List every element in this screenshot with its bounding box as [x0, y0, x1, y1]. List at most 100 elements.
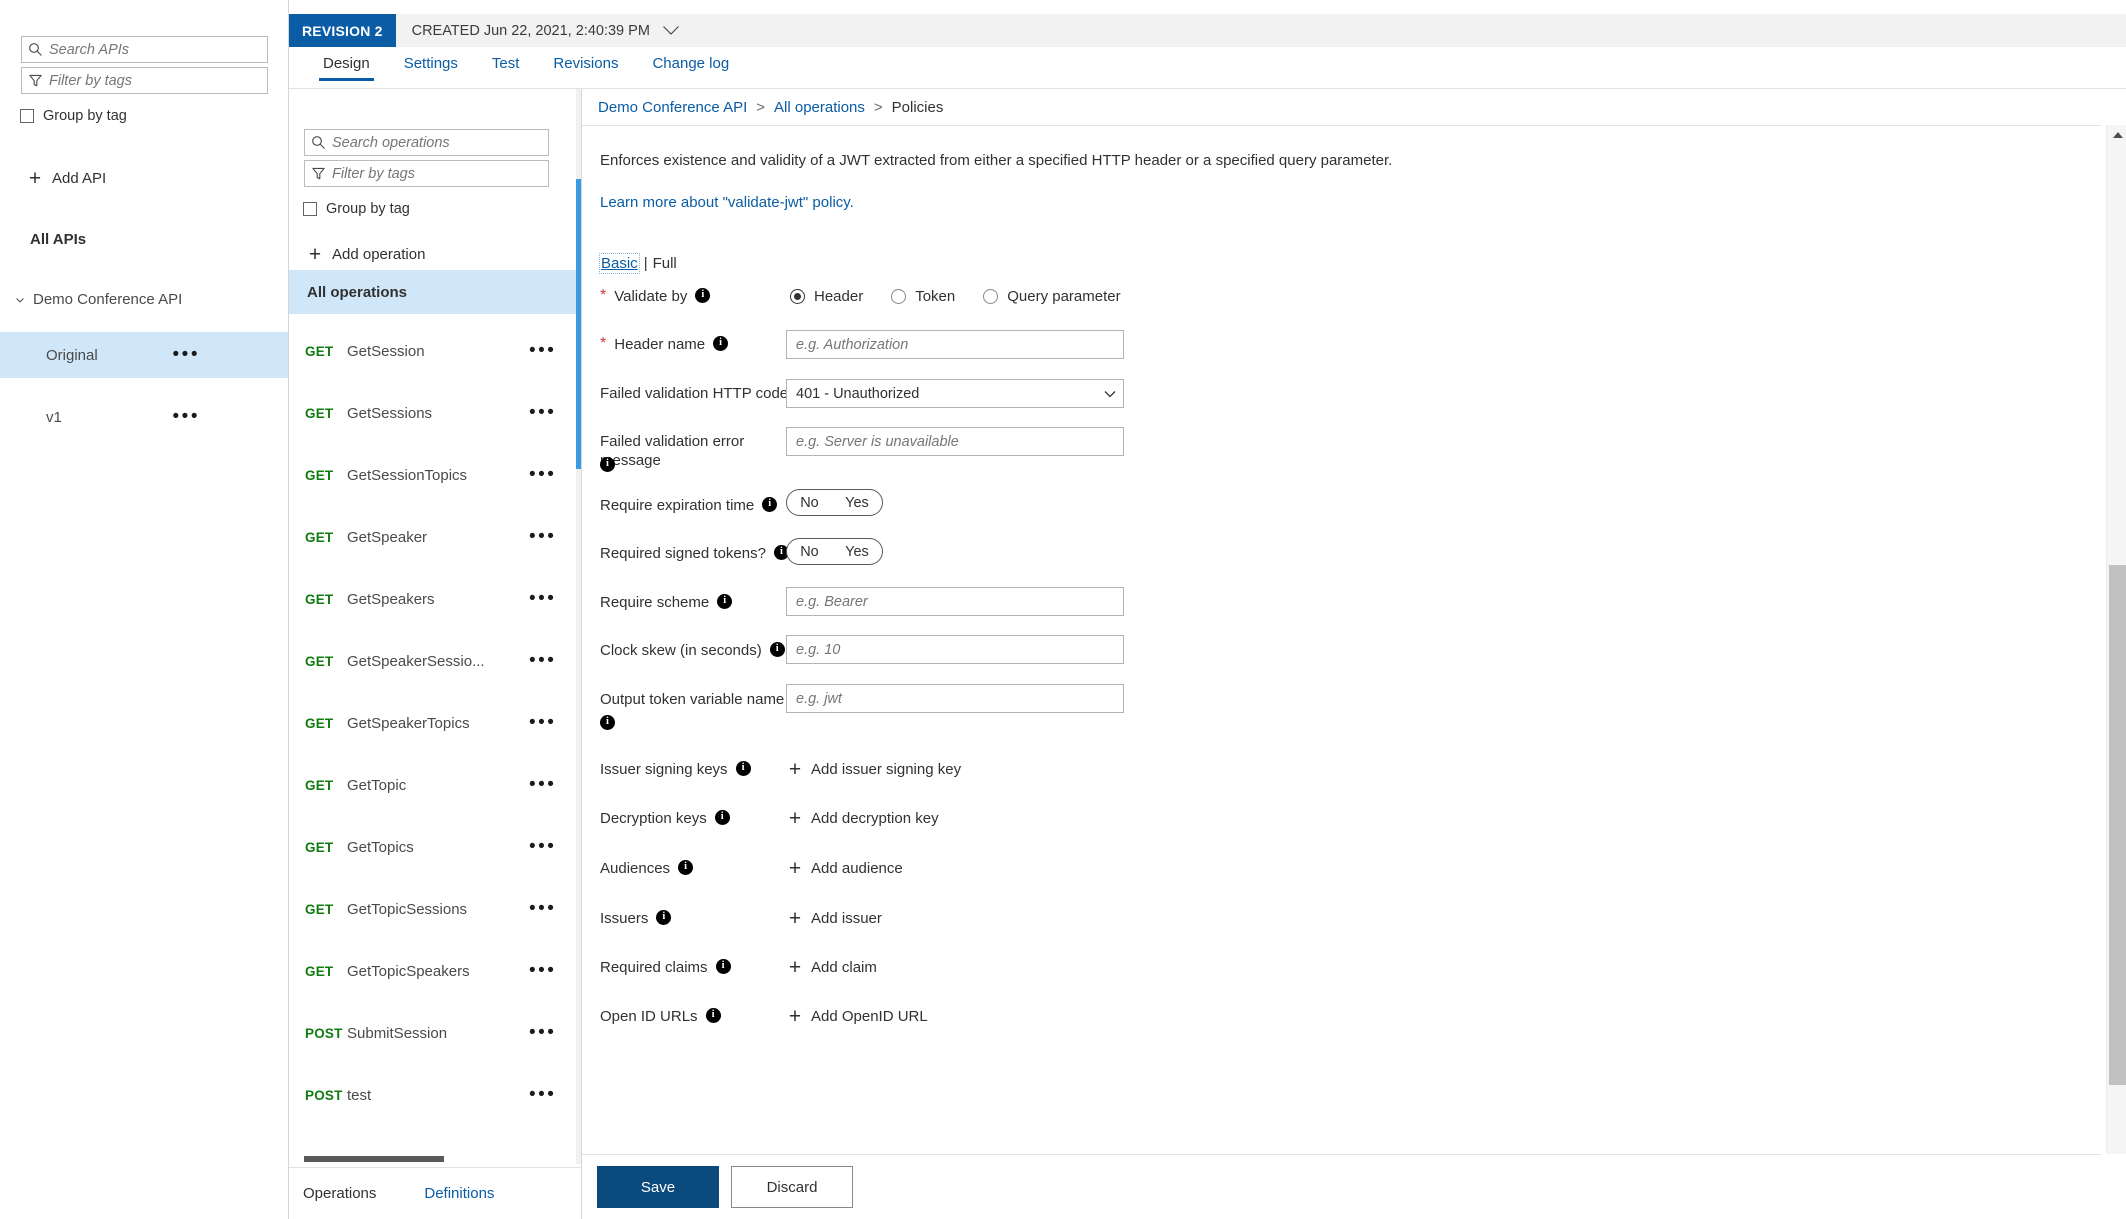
- revision-created-info[interactable]: CREATED Jun 22, 2021, 2:40:39 PM: [412, 23, 680, 39]
- clock-skew-input[interactable]: e.g. 10: [786, 635, 1124, 664]
- tab-test[interactable]: Test: [475, 47, 537, 81]
- more-options-icon[interactable]: •••: [529, 1090, 556, 1100]
- more-options-icon[interactable]: •••: [529, 532, 556, 542]
- more-options-icon[interactable]: •••: [173, 350, 200, 360]
- api-version-v1[interactable]: v1 •••: [0, 394, 288, 440]
- more-options-icon[interactable]: •••: [529, 718, 556, 728]
- more-options-icon[interactable]: •••: [529, 656, 556, 666]
- more-options-icon[interactable]: •••: [529, 842, 556, 852]
- more-options-icon[interactable]: •••: [529, 594, 556, 604]
- scroll-up-arrow-icon[interactable]: [2107, 125, 2126, 144]
- chevron-down-icon[interactable]: [662, 25, 680, 36]
- info-icon[interactable]: i: [736, 761, 751, 776]
- require-signed-tokens-toggle[interactable]: No Yes: [786, 538, 883, 565]
- all-apis-item[interactable]: All APIs: [30, 231, 86, 248]
- operations-scrollbar-thumb[interactable]: [576, 179, 581, 469]
- info-icon[interactable]: i: [695, 288, 710, 303]
- operation-row[interactable]: GET GetTopics •••: [289, 824, 576, 870]
- add-issuer-signing-key-button[interactable]: + Add issuer signing key: [787, 759, 961, 780]
- search-operations-input[interactable]: Search operations: [304, 129, 549, 156]
- search-apis-input[interactable]: Search APIs: [21, 36, 268, 63]
- mode-basic-link[interactable]: Basic: [600, 254, 639, 273]
- toggle-off-label[interactable]: No: [800, 544, 819, 560]
- info-icon[interactable]: i: [600, 715, 615, 730]
- operation-row[interactable]: GET GetSessions •••: [289, 390, 576, 436]
- chevron-down-icon: [14, 294, 26, 306]
- add-api-button[interactable]: + Add API: [27, 168, 106, 189]
- operation-row[interactable]: GET GetSpeakerSessio... •••: [289, 638, 576, 684]
- mode-full-link[interactable]: Full: [653, 255, 677, 272]
- require-scheme-input[interactable]: e.g. Bearer: [786, 587, 1124, 616]
- toggle-on-label[interactable]: Yes: [845, 495, 869, 511]
- content-scrollbar[interactable]: [2106, 125, 2126, 1154]
- content-scrollbar-thumb[interactable]: [2109, 565, 2126, 1085]
- operation-row[interactable]: GET GetTopicSpeakers •••: [289, 948, 576, 994]
- more-options-icon[interactable]: •••: [529, 346, 556, 356]
- operation-row[interactable]: GET GetSpeaker •••: [289, 514, 576, 560]
- operation-row[interactable]: GET GetSpeakerTopics •••: [289, 700, 576, 746]
- operation-row[interactable]: GET GetTopicSessions •••: [289, 886, 576, 932]
- radio-token[interactable]: Token: [891, 288, 955, 305]
- info-icon[interactable]: i: [716, 959, 731, 974]
- output-token-var-input[interactable]: e.g. jwt: [786, 684, 1124, 713]
- failed-http-code-select[interactable]: 401 - Unauthorized: [786, 379, 1124, 408]
- tab-definitions[interactable]: Definitions: [424, 1185, 494, 1202]
- require-expiration-toggle[interactable]: No Yes: [786, 489, 883, 516]
- operations-horizontal-scrollbar[interactable]: [304, 1156, 444, 1162]
- add-audience-button[interactable]: + Add audience: [787, 858, 903, 879]
- api-group-demo-conference-api[interactable]: Demo Conference API: [14, 291, 182, 308]
- more-options-icon[interactable]: •••: [529, 904, 556, 914]
- more-options-icon[interactable]: •••: [529, 780, 556, 790]
- info-icon[interactable]: i: [762, 497, 777, 512]
- group-by-tag-operations-checkbox[interactable]: Group by tag: [303, 201, 410, 217]
- operation-row[interactable]: GET GetSession •••: [289, 328, 576, 374]
- more-options-icon[interactable]: •••: [529, 1028, 556, 1038]
- failed-error-message-input[interactable]: e.g. Server is unavailable: [786, 427, 1124, 456]
- operation-item-all-operations[interactable]: All operations: [289, 270, 576, 314]
- info-icon[interactable]: i: [715, 810, 730, 825]
- info-icon[interactable]: i: [600, 457, 615, 472]
- tab-settings[interactable]: Settings: [387, 47, 475, 81]
- tab-operations[interactable]: Operations: [303, 1185, 376, 1202]
- info-icon[interactable]: i: [713, 336, 728, 351]
- save-button[interactable]: Save: [597, 1166, 719, 1208]
- more-options-icon[interactable]: •••: [173, 412, 200, 422]
- info-icon[interactable]: i: [678, 860, 693, 875]
- operation-row[interactable]: GET GetSpeakers •••: [289, 576, 576, 622]
- operation-row[interactable]: GET GetSessionTopics •••: [289, 452, 576, 498]
- breadcrumb-item-all-operations[interactable]: All operations: [774, 99, 865, 116]
- add-claim-button[interactable]: + Add claim: [787, 957, 877, 978]
- breadcrumb-item-api[interactable]: Demo Conference API: [598, 99, 747, 116]
- radio-header[interactable]: Header: [790, 288, 863, 305]
- add-operation-label: Add operation: [332, 246, 425, 263]
- api-version-original[interactable]: Original •••: [0, 332, 288, 378]
- info-icon[interactable]: i: [770, 642, 785, 657]
- more-options-icon[interactable]: •••: [529, 966, 556, 976]
- operations-scrollbar-track[interactable]: [576, 89, 581, 1164]
- tab-change-log[interactable]: Change log: [635, 47, 746, 81]
- add-openid-url-button[interactable]: + Add OpenID URL: [787, 1006, 928, 1027]
- operation-row[interactable]: GET GetTopic •••: [289, 762, 576, 808]
- add-decryption-key-button[interactable]: + Add decryption key: [787, 808, 939, 829]
- toggle-on-label[interactable]: Yes: [845, 544, 869, 560]
- filter-apis-input[interactable]: Filter by tags: [21, 67, 268, 94]
- info-icon[interactable]: i: [706, 1008, 721, 1023]
- plus-icon: +: [27, 168, 43, 189]
- operation-row[interactable]: POST test •••: [289, 1072, 576, 1118]
- info-icon[interactable]: i: [717, 594, 732, 609]
- info-icon[interactable]: i: [656, 910, 671, 925]
- more-options-icon[interactable]: •••: [529, 470, 556, 480]
- discard-button[interactable]: Discard: [731, 1166, 853, 1208]
- radio-query-parameter[interactable]: Query parameter: [983, 288, 1120, 305]
- tab-design[interactable]: Design: [306, 47, 387, 81]
- filter-operations-input[interactable]: Filter by tags: [304, 160, 549, 187]
- more-options-icon[interactable]: •••: [529, 408, 556, 418]
- toggle-off-label[interactable]: No: [800, 495, 819, 511]
- add-issuer-button[interactable]: + Add issuer: [787, 908, 882, 929]
- learn-more-link[interactable]: Learn more about "validate-jwt" policy.: [600, 194, 854, 211]
- operation-row[interactable]: POST SubmitSession •••: [289, 1010, 576, 1056]
- header-name-input[interactable]: e.g. Authorization: [786, 330, 1124, 359]
- add-operation-button[interactable]: + Add operation: [307, 244, 425, 265]
- group-by-tag-apis-checkbox[interactable]: Group by tag: [20, 108, 127, 124]
- tab-revisions[interactable]: Revisions: [536, 47, 635, 81]
